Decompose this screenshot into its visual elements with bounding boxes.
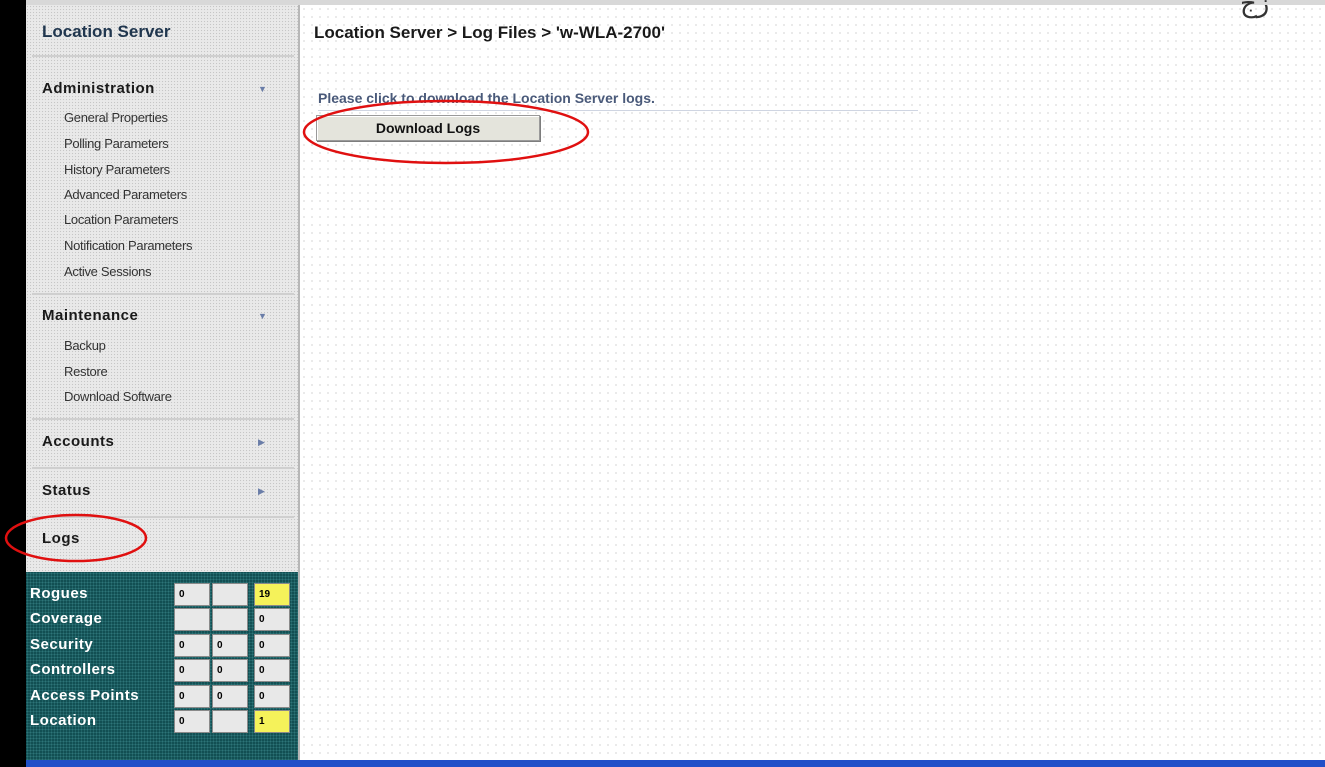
corner-glyph: زج (1240, 0, 1270, 18)
annotation-circle-logs (4, 513, 148, 563)
annotation-circle-download (302, 99, 590, 165)
annotation-overlay (4, 99, 590, 563)
